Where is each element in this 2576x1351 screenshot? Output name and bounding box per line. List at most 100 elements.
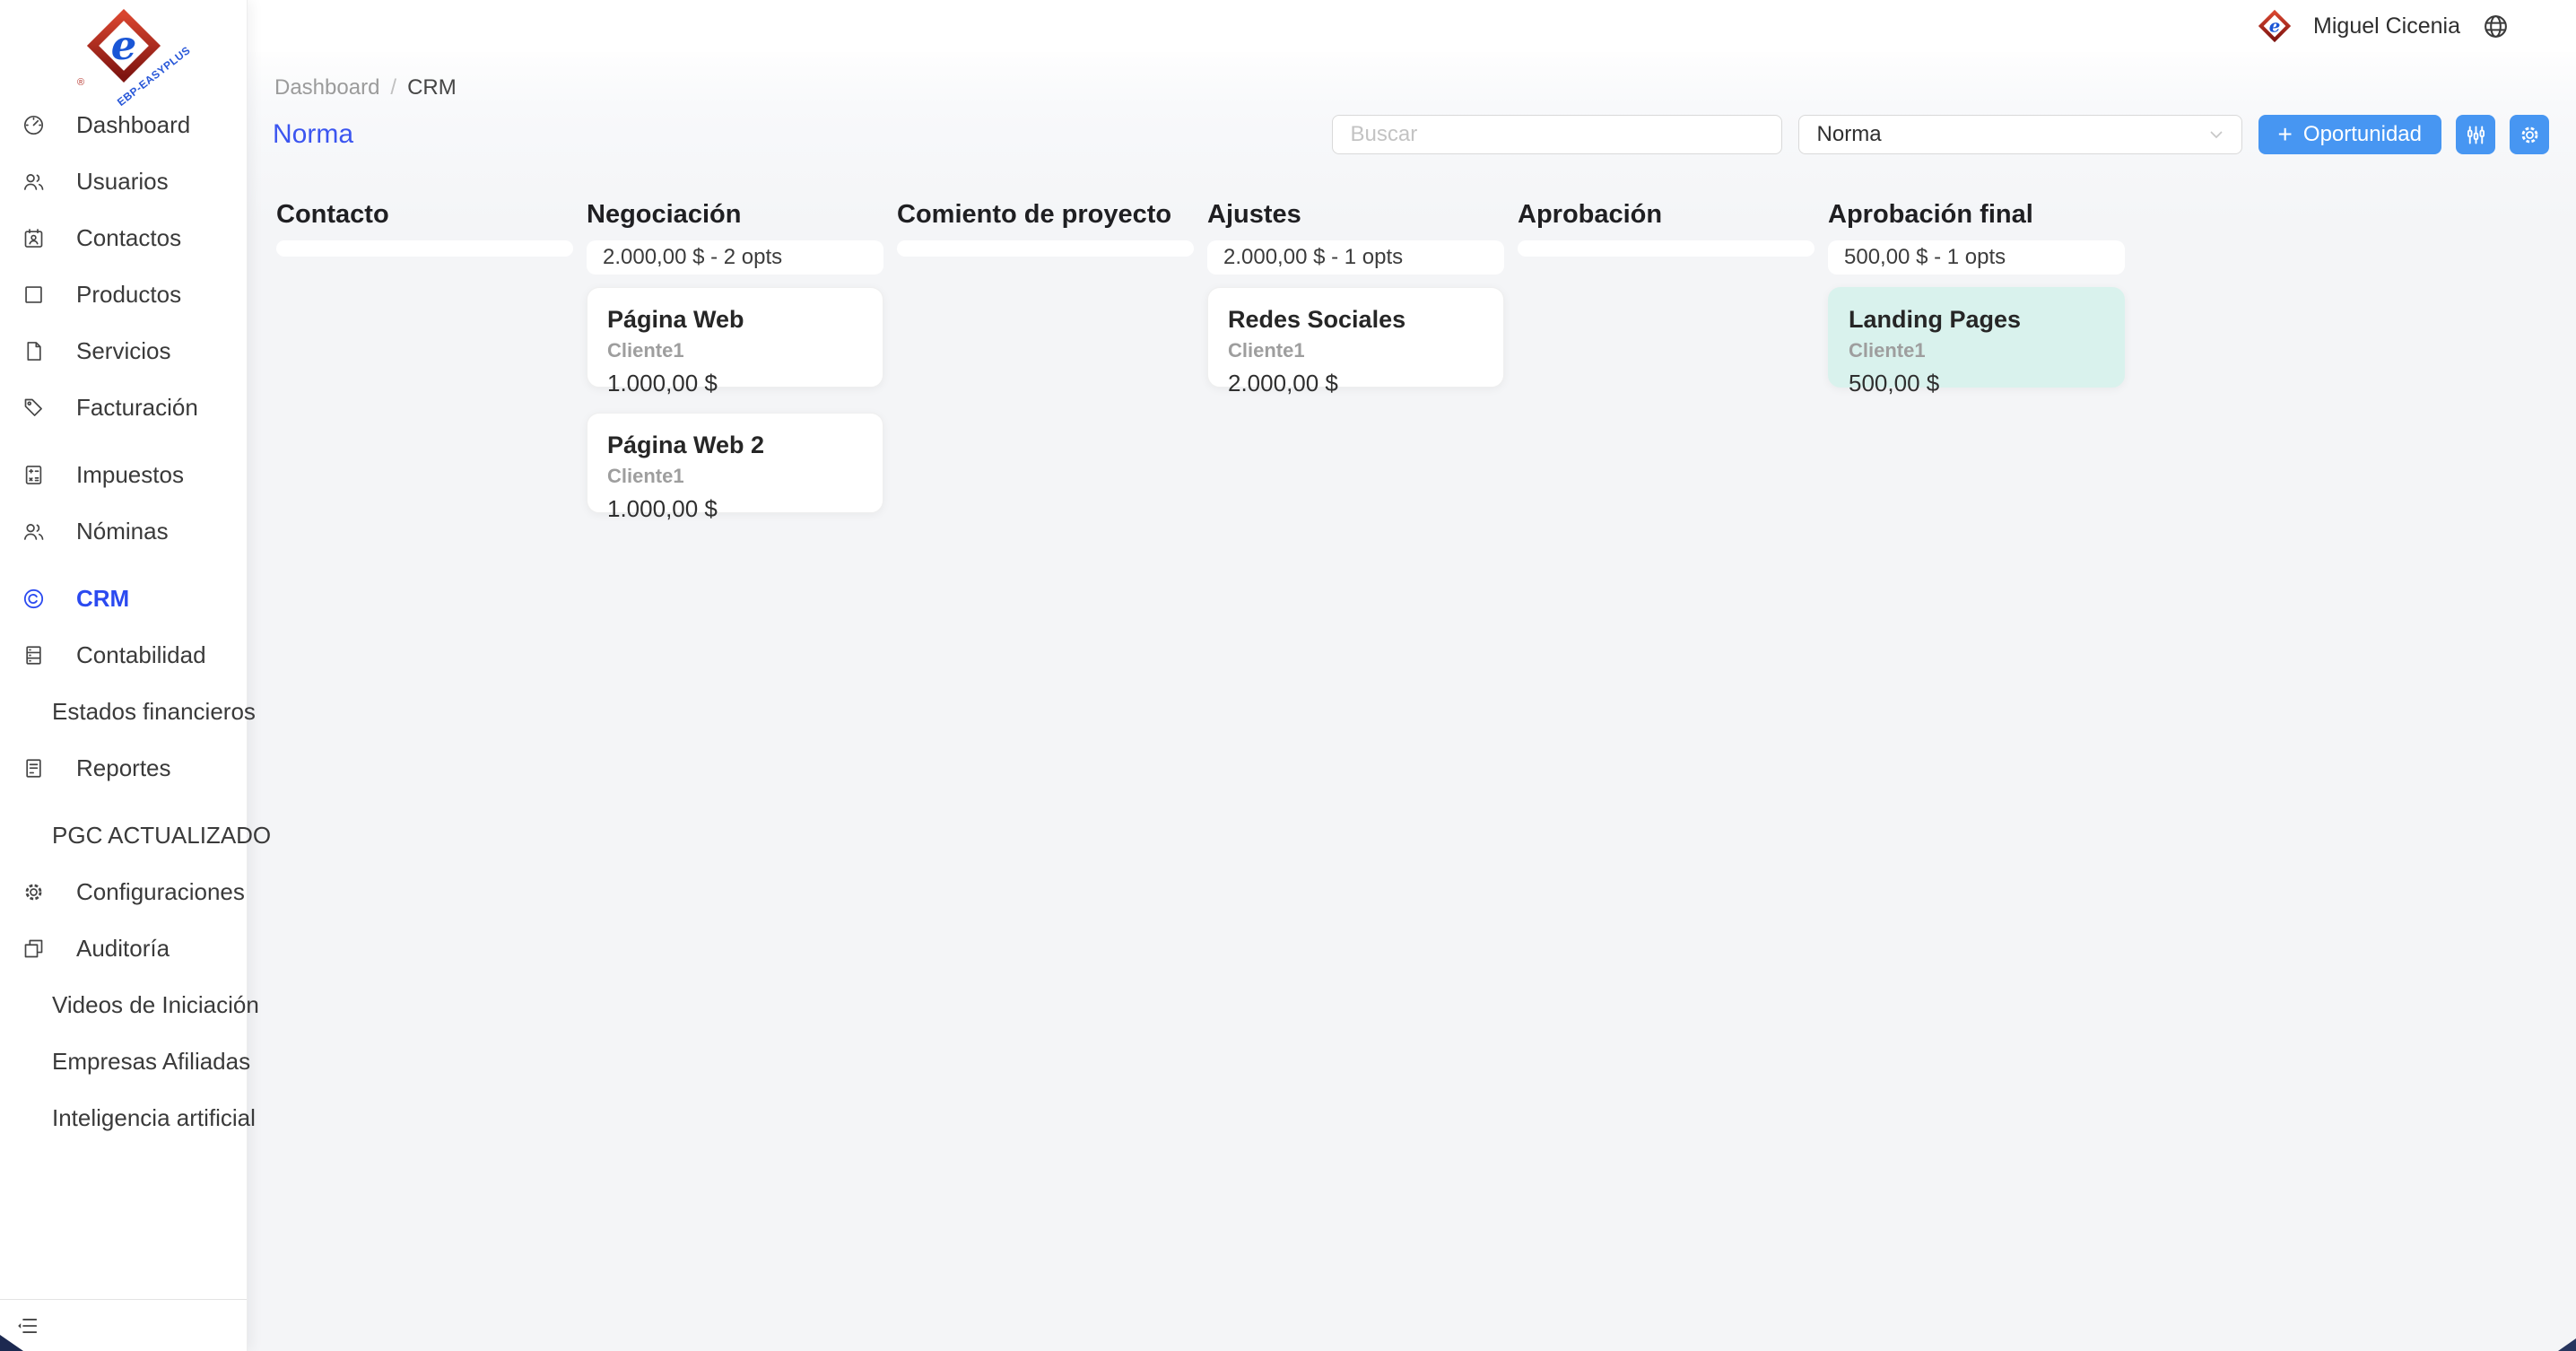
kanban-board: Contacto Negociación 2.000,00 $ - 2 opts…: [248, 156, 2576, 513]
sidebar: e EBP-EASYPLUS ® Dashboard Usuarios: [0, 0, 248, 1351]
page-title: Norma: [273, 119, 353, 150]
card-amount: 1.000,00 $: [607, 495, 863, 523]
opportunity-card[interactable]: Landing Pages Cliente1 500,00 $: [1828, 287, 2125, 388]
sidebar-item-label: Reportes: [76, 754, 171, 782]
opportunity-card[interactable]: Página Web 2 Cliente1 1.000,00 $: [587, 413, 883, 513]
product-icon: [22, 283, 46, 307]
sidebar-item-label: Inteligencia artificial: [52, 1104, 256, 1132]
sidebar-item-label: Dashboard: [76, 111, 190, 139]
sidebar-item-reportes[interactable]: Reportes: [0, 740, 247, 797]
crm-kanban-page: e EBP-EASYPLUS ® Dashboard Usuarios: [0, 0, 2576, 1351]
column-title: Aprobación final: [1828, 199, 2125, 230]
sidebar-item-productos[interactable]: Productos: [0, 266, 247, 323]
add-opportunity-button[interactable]: + Oportunidad: [2258, 115, 2441, 154]
audit-grid-icon: [22, 937, 46, 961]
kanban-column-aprobacion: Aprobación: [1518, 199, 1815, 513]
sidebar-nav: Dashboard Usuarios Contactos: [0, 93, 247, 1146]
sidebar-item-usuarios[interactable]: Usuarios: [0, 153, 247, 210]
sidebar-item-facturacion[interactable]: Facturación: [0, 379, 247, 436]
svg-text:e: e: [2269, 15, 2281, 37]
decorative-corner-left: [0, 1335, 23, 1351]
board-filter-button[interactable]: [2456, 115, 2495, 154]
column-cards: Página Web Cliente1 1.000,00 $ Página We…: [587, 287, 883, 513]
sidebar-item-inteligencia-artificial[interactable]: Inteligencia artificial: [0, 1090, 247, 1146]
ledger-icon: [22, 643, 46, 667]
card-title: Redes Sociales: [1228, 306, 1484, 334]
sidebar-item-contabilidad[interactable]: Contabilidad: [0, 627, 247, 684]
add-opportunity-label: Oportunidad: [2303, 122, 2422, 147]
sidebar-item-empresas-afiliadas[interactable]: Empresas Afiliadas: [0, 1033, 247, 1090]
sidebar-item-label: Nóminas: [76, 518, 169, 545]
card-title: Página Web: [607, 306, 863, 334]
sidebar-footer: [0, 1299, 247, 1351]
kanban-column-aprobacion-final: Aprobación final 500,00 $ - 1 opts Landi…: [1828, 199, 2125, 513]
column-title: Aprobación: [1518, 199, 1815, 230]
tag-icon: [22, 396, 46, 420]
column-stats-bar: [1518, 240, 1815, 257]
decorative-corner-right: [2558, 1338, 2576, 1351]
breadcrumb: Dashboard / CRM: [248, 52, 2576, 100]
board-settings-button[interactable]: [2510, 115, 2549, 154]
contacts-icon: [22, 226, 46, 250]
users-icon: [22, 170, 46, 194]
dashboard-icon: [22, 113, 46, 137]
card-amount: 1.000,00 $: [607, 370, 863, 397]
ebp-mini-logo-icon: e: [2258, 9, 2292, 43]
brand-logo: e EBP-EASYPLUS ®: [0, 0, 247, 93]
sidebar-item-label: CRM: [76, 585, 129, 613]
user-menu[interactable]: Miguel Cicenia: [2313, 13, 2460, 39]
globe-icon[interactable]: [2482, 13, 2510, 40]
column-stats-bar: 2.000,00 $ - 1 opts: [1207, 240, 1504, 275]
column-title: Negociación: [587, 199, 883, 230]
column-stats-bar: 2.000,00 $ - 2 opts: [587, 240, 883, 275]
sidebar-item-configuraciones[interactable]: Configuraciones: [0, 864, 247, 920]
chevron-down-icon: [2206, 124, 2227, 145]
topbar: e Miguel Cicenia: [248, 0, 2576, 52]
sidebar-item-crm[interactable]: CRM: [0, 571, 247, 627]
breadcrumb-current: CRM: [407, 75, 457, 100]
sidebar-item-estados-financieros[interactable]: Estados financieros: [0, 684, 247, 740]
card-title: Landing Pages: [1849, 306, 2104, 334]
title-toolbar-row: Norma Norma + Oportunidad: [248, 100, 2576, 156]
report-file-icon: [22, 756, 46, 780]
crm-copyright-icon: [22, 587, 46, 611]
column-stats-bar: 500,00 $ - 1 opts: [1828, 240, 2125, 275]
card-title: Página Web 2: [607, 431, 863, 459]
calculator-icon: [22, 463, 46, 487]
view-select[interactable]: Norma: [1798, 115, 2242, 154]
column-stats: 2.000,00 $ - 1 opts: [1223, 245, 1403, 270]
plus-icon: +: [2278, 122, 2293, 147]
sidebar-item-contactos[interactable]: Contactos: [0, 210, 247, 266]
opportunity-card[interactable]: Página Web Cliente1 1.000,00 $: [587, 287, 883, 388]
column-stats: 500,00 $ - 1 opts: [1844, 245, 2006, 270]
gear-icon: [22, 880, 46, 904]
column-stats: 2.000,00 $ - 2 opts: [603, 245, 782, 270]
menu-fold-icon[interactable]: [16, 1314, 39, 1338]
sidebar-item-label: Configuraciones: [76, 878, 245, 906]
sidebar-item-label: Estados financieros: [52, 698, 256, 726]
card-amount: 2.000,00 $: [1228, 370, 1484, 397]
brand-registered-mark: ®: [77, 77, 84, 88]
sidebar-item-videos-iniciacion[interactable]: Videos de Iniciación: [0, 977, 247, 1033]
sidebar-item-servicios[interactable]: Servicios: [0, 323, 247, 379]
sidebar-item-impuestos[interactable]: Impuestos: [0, 447, 247, 503]
opportunity-card[interactable]: Redes Sociales Cliente1 2.000,00 $: [1207, 287, 1504, 388]
sidebar-item-nominas[interactable]: Nóminas: [0, 503, 247, 560]
search-input[interactable]: [1332, 115, 1782, 154]
column-stats-bar: [897, 240, 1194, 257]
sidebar-item-label: Usuarios: [76, 168, 169, 196]
column-cards: Landing Pages Cliente1 500,00 $: [1828, 287, 2125, 388]
column-title: Contacto: [276, 199, 573, 230]
main-content: Dashboard / CRM Norma Norma + Oportunida…: [248, 52, 2576, 1351]
sidebar-item-label: Facturación: [76, 394, 198, 422]
payroll-users-icon: [22, 519, 46, 544]
svg-text:e: e: [110, 22, 136, 69]
sidebar-item-label: Contactos: [76, 224, 181, 252]
sidebar-item-label: Videos de Iniciación: [52, 991, 259, 1019]
sidebar-item-auditoria[interactable]: Auditoría: [0, 920, 247, 977]
sliders-icon: [2464, 123, 2488, 147]
column-cards: Redes Sociales Cliente1 2.000,00 $: [1207, 287, 1504, 388]
breadcrumb-dashboard-link[interactable]: Dashboard: [274, 75, 379, 100]
sidebar-item-pgc-actualizado[interactable]: PGC ACTUALIZADO: [0, 807, 247, 864]
sidebar-item-label: Contabilidad: [76, 641, 206, 669]
